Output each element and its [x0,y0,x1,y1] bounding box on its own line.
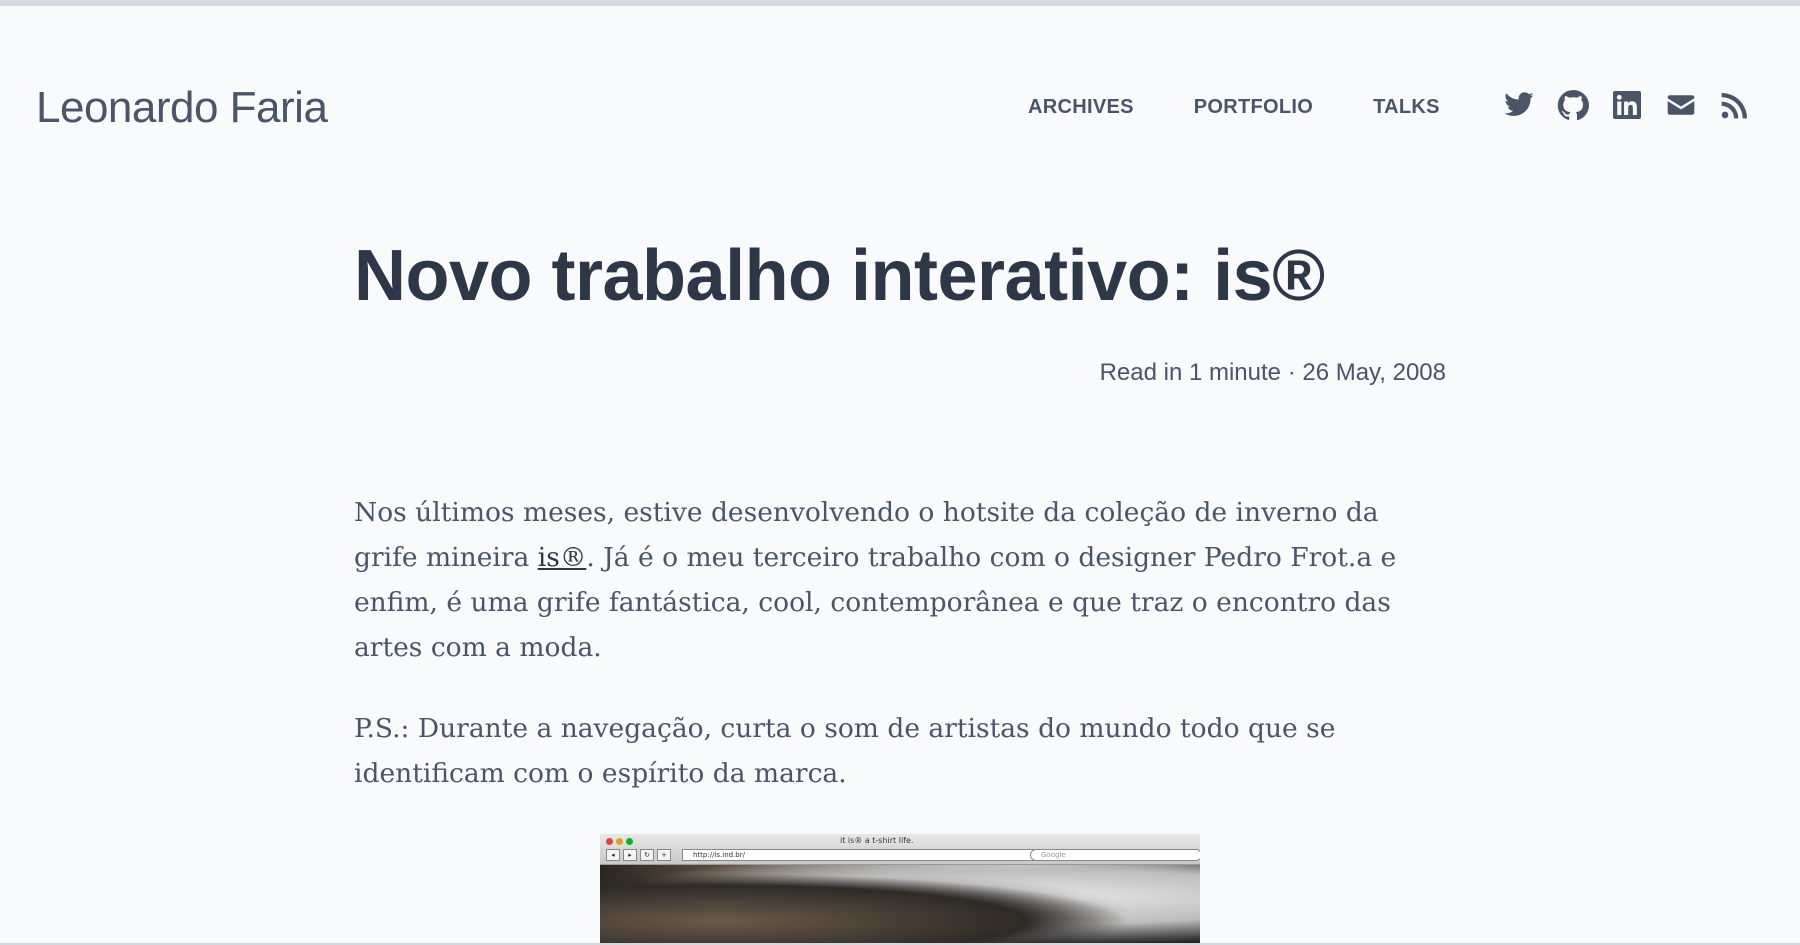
nav-portfolio[interactable]: PORTFOLIO [1194,94,1313,120]
hotsite-screenshot: it is® a t-shirt life. ◂ ▸ ↻ + http://is… [600,834,1200,945]
browser-window-title: it is® a t-shirt life. [840,836,914,845]
browser-url: http://is.ind.br/ [682,849,1034,861]
minimize-dot-icon [616,838,623,845]
rss-icon[interactable] [1719,88,1751,122]
add-icon: + [657,849,671,861]
main-nav: ARCHIVES PORTFOLIO TALKS [1028,94,1500,120]
github-icon[interactable] [1557,88,1589,122]
zoom-dot-icon [626,838,633,845]
post-meta: Read in 1 minute · 26 May, 2008 [1099,359,1446,386]
browser-buttons: ◂ ▸ ↻ + [606,849,674,861]
post-title: Novo trabalho interativo: is® [354,236,1325,316]
social-links [1503,88,1751,122]
paragraph-1: Nos últimos meses, estive desenvolvendo … [354,490,1446,670]
window-controls [606,838,636,845]
email-icon[interactable] [1665,88,1697,122]
is-brand-link[interactable]: is® [538,542,587,573]
reload-icon: ↻ [640,849,654,861]
top-border [0,0,1800,6]
nav-talks[interactable]: TALKS [1373,94,1440,120]
browser-search: Google [1030,849,1200,861]
back-icon: ◂ [606,849,620,861]
close-dot-icon [606,838,613,845]
nav-archives[interactable]: ARCHIVES [1028,94,1134,120]
paragraph-2: P.S.: Durante a navegação, curta o som d… [354,713,1336,789]
hotsite-scene-image [600,865,1200,945]
linkedin-icon[interactable] [1611,88,1643,122]
twitter-icon[interactable] [1503,88,1535,122]
post-content: Nos últimos meses, estive desenvolvendo … [354,490,1446,832]
forward-icon: ▸ [623,849,637,861]
browser-chrome: it is® a t-shirt life. ◂ ▸ ↻ + http://is… [600,834,1200,865]
site-title[interactable]: Leonardo Faria [36,80,328,136]
